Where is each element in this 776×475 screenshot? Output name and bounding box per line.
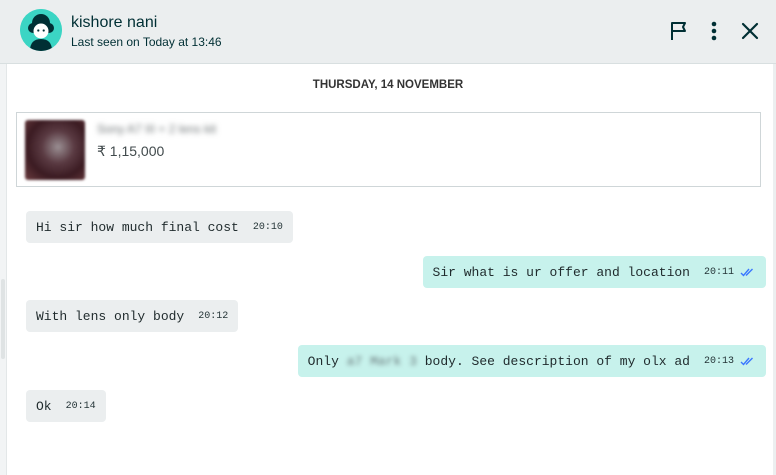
more-options-button[interactable] bbox=[702, 19, 726, 43]
close-icon bbox=[741, 22, 759, 40]
message-outgoing: Sir what is ur offer and location 20:11 bbox=[422, 256, 766, 288]
scrollbar-thumb[interactable] bbox=[1, 279, 5, 359]
ad-thumbnail bbox=[25, 120, 85, 180]
message-time: 20:10 bbox=[252, 221, 283, 233]
report-flag-button[interactable] bbox=[668, 19, 692, 43]
ad-price: ₹ 1,15,000 bbox=[97, 143, 165, 159]
message-text: Hi sir how much final cost bbox=[36, 219, 239, 235]
user-avatar-icon bbox=[20, 9, 62, 51]
message-incoming: With lens only body 20:12 bbox=[26, 300, 239, 332]
read-receipt-icon bbox=[740, 357, 753, 366]
redacted-text: a7 Mark 3 bbox=[346, 353, 417, 369]
contact-name: kishore nani bbox=[71, 14, 158, 31]
message-text: With lens only body bbox=[36, 308, 185, 324]
date-divider: THURSDAY, 14 NOVEMBER bbox=[312, 79, 464, 91]
message-time: 20:11 bbox=[703, 266, 734, 278]
ad-title: Sony A7 III + 2 lens kit bbox=[97, 122, 217, 136]
message-outgoing: Only a7 Mark 3 body. See description of … bbox=[297, 345, 766, 377]
message-text: Sir what is ur offer and location bbox=[432, 264, 690, 280]
message-time: 20:13 bbox=[703, 355, 734, 367]
flag-icon bbox=[671, 22, 686, 40]
message-text-part: Only bbox=[307, 353, 339, 369]
message-text-part: body. See description of my olx ad bbox=[424, 353, 690, 369]
ad-card[interactable]: Sony A7 III + 2 lens kit ₹ 1,15,000 bbox=[16, 112, 761, 187]
message-text: Ok bbox=[36, 398, 52, 414]
last-seen-status: Last seen on Today at 13:46 bbox=[71, 35, 222, 49]
more-vertical-icon bbox=[711, 21, 717, 41]
close-chat-button[interactable] bbox=[738, 19, 762, 43]
left-scrollbar[interactable] bbox=[0, 64, 7, 475]
message-time: 20:12 bbox=[198, 310, 229, 322]
message-incoming: Ok 20:14 bbox=[26, 390, 106, 422]
message-time: 20:14 bbox=[65, 400, 96, 412]
message-incoming: Hi sir how much final cost 20:10 bbox=[26, 211, 293, 243]
read-receipt-icon bbox=[740, 268, 753, 277]
avatar[interactable] bbox=[20, 9, 62, 51]
chat-header: kishore nani Last seen on Today at 13:46 bbox=[0, 0, 776, 64]
